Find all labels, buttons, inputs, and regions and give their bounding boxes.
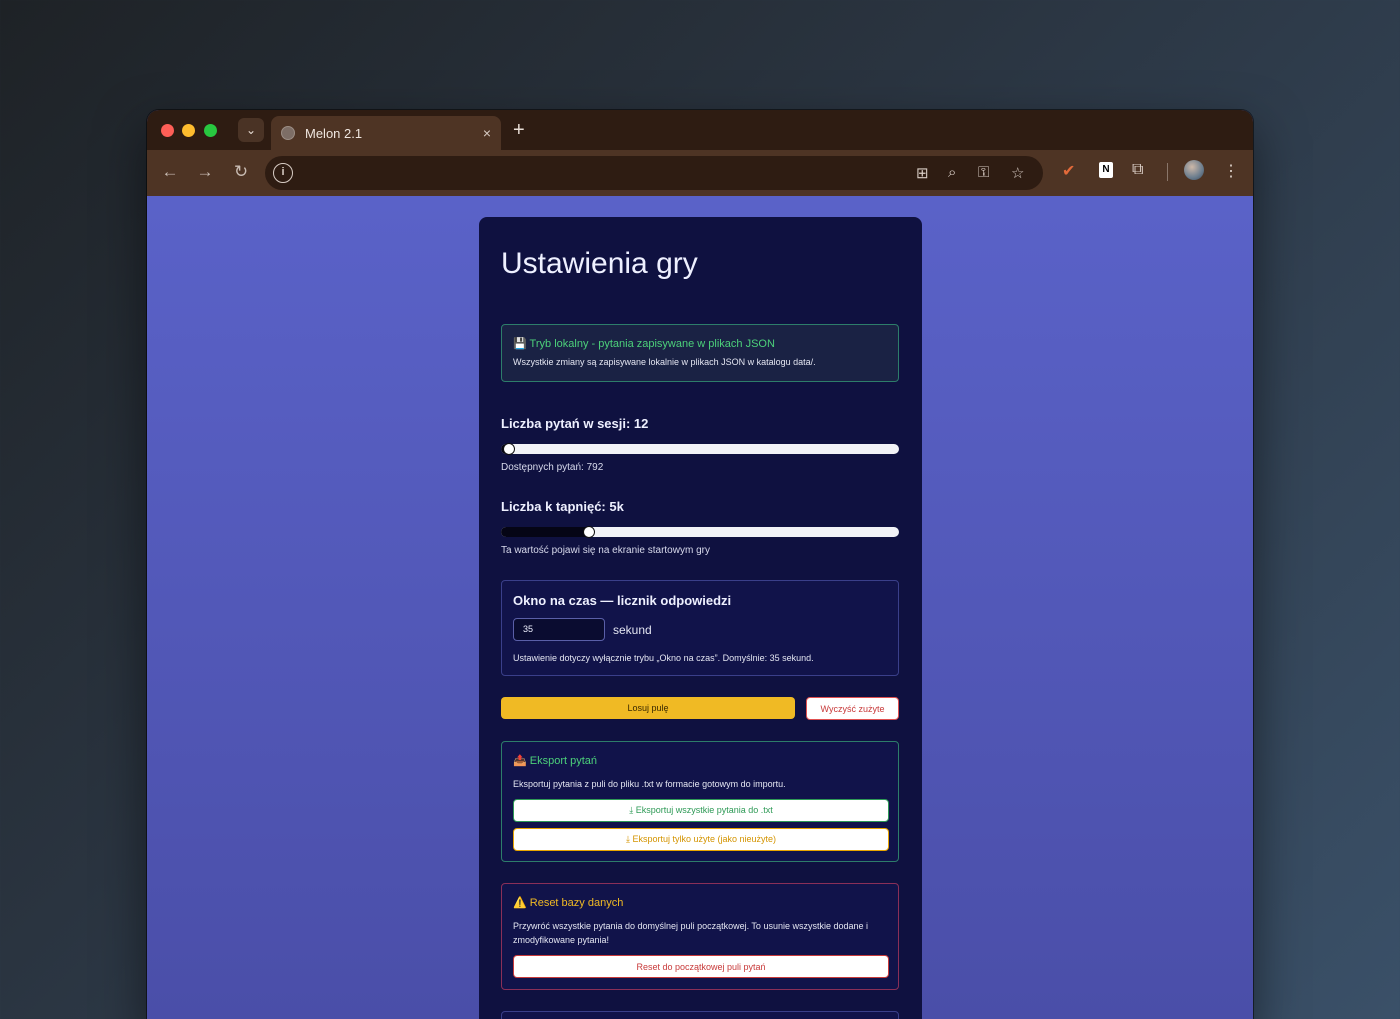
browser-tab[interactable]: Melon 2.1 × [271,116,501,150]
export-all-button[interactable]: ⤓ Eksportuj wszystkie pytania do .txt [513,799,889,822]
extensions-puzzle-icon[interactable]: ⧉ [1132,161,1143,179]
clear-used-button[interactable]: Wyczyść zużyte [806,697,899,720]
settings-card: Ustawienia gry 💾 Tryb lokalny - pytania … [479,217,922,1019]
timer-note: Ustawienie dotyczy wyłącznie trybu „Okno… [513,653,814,663]
password-key-icon[interactable]: ⚿ [978,164,989,181]
slider-thumb[interactable] [582,526,595,538]
forward-icon[interactable]: → [194,162,216,182]
export-box: 📤 Eksport pytań Eksportuj pytania z puli… [501,741,899,862]
page-title: Ustawienia gry [501,247,698,280]
available-questions-text: Dostępnych pytań: 792 [501,462,604,473]
reload-icon[interactable]: ↻ [230,162,252,182]
timer-unit-label: sekund [613,622,652,637]
questions-label: Liczba pytań w sesji: 12 [501,416,649,431]
random-pool-button[interactable]: Losuj pulę [501,697,795,719]
browser-toolbar: ← → ↻ i ⊞ ⌕ ⚿ ☆ ✔ N ⧉ ⋮ [147,150,1253,196]
page-content: Ustawienia gry 💾 Tryb lokalny - pytania … [147,196,1253,1019]
slider-fill [501,527,589,537]
taps-label: Liczba k tapnięć: 5k [501,499,624,514]
back-icon[interactable]: ← [159,162,181,182]
site-info-icon[interactable]: i [273,163,293,183]
taps-note: Ta wartość pojawi się na ekranie startow… [501,545,710,556]
reset-button[interactable]: Reset do początkowej puli pytań [513,955,889,978]
minimize-window-button[interactable] [182,124,195,137]
timer-seconds-input[interactable]: 35 [513,618,605,641]
new-tab-button[interactable]: + [513,119,525,142]
tab-close-icon[interactable]: × [483,125,491,141]
toolbar-divider [1167,163,1168,181]
address-bar[interactable]: i ⊞ ⌕ ⚿ ☆ [265,156,1043,190]
next-section-box [501,1011,899,1019]
export-text: Eksportuj pytania z puli do pliku .txt w… [513,779,786,789]
menu-kebab-icon[interactable]: ⋮ [1223,161,1239,181]
taps-slider[interactable] [501,526,899,538]
slider-thumb[interactable] [502,443,515,455]
info-text: Wszystkie zmiany są zapisywane lokalnie … [513,357,816,367]
tab-search-chevron-icon[interactable]: ⌄ [238,118,264,142]
globe-icon [281,126,295,140]
maximize-window-button[interactable] [204,124,217,137]
timer-title: Okno na czas — licznik odpowiedzi [513,593,732,608]
questions-slider[interactable] [501,443,899,455]
info-title: 💾 Tryb lokalny - pytania zapisywane w pl… [513,338,775,350]
translate-icon[interactable]: ⊞ [916,164,929,182]
zoom-icon[interactable]: ⌕ [948,164,956,181]
profile-avatar[interactable] [1184,160,1204,180]
extension-color-icon[interactable]: ✔ [1062,161,1075,181]
export-title: 📤 Eksport pytań [513,755,598,767]
timer-settings-box: Okno na czas — licznik odpowiedzi 35 sek… [501,580,899,676]
close-window-button[interactable] [161,124,174,137]
reset-title: ⚠️ Reset bazy danych [513,897,624,909]
browser-window: ⌄ Melon 2.1 × + ← → ↻ i ⊞ ⌕ ⚿ ☆ ✔ N ⧉ ⋮ … [147,110,1253,1019]
reset-box: ⚠️ Reset bazy danych Przywróć wszystkie … [501,883,899,990]
export-used-button[interactable]: ⤓ Eksportuj tylko użyte (jako nieużyte) [513,828,889,851]
reset-text: Przywróć wszystkie pytania do domyślnej … [513,921,868,945]
bookmark-star-icon[interactable]: ☆ [1011,164,1024,182]
tab-bar: ⌄ Melon 2.1 × + [147,110,1253,150]
tab-title: Melon 2.1 [305,125,363,141]
extension-n-icon[interactable]: N [1099,162,1113,178]
local-mode-info-box: 💾 Tryb lokalny - pytania zapisywane w pl… [501,324,899,382]
